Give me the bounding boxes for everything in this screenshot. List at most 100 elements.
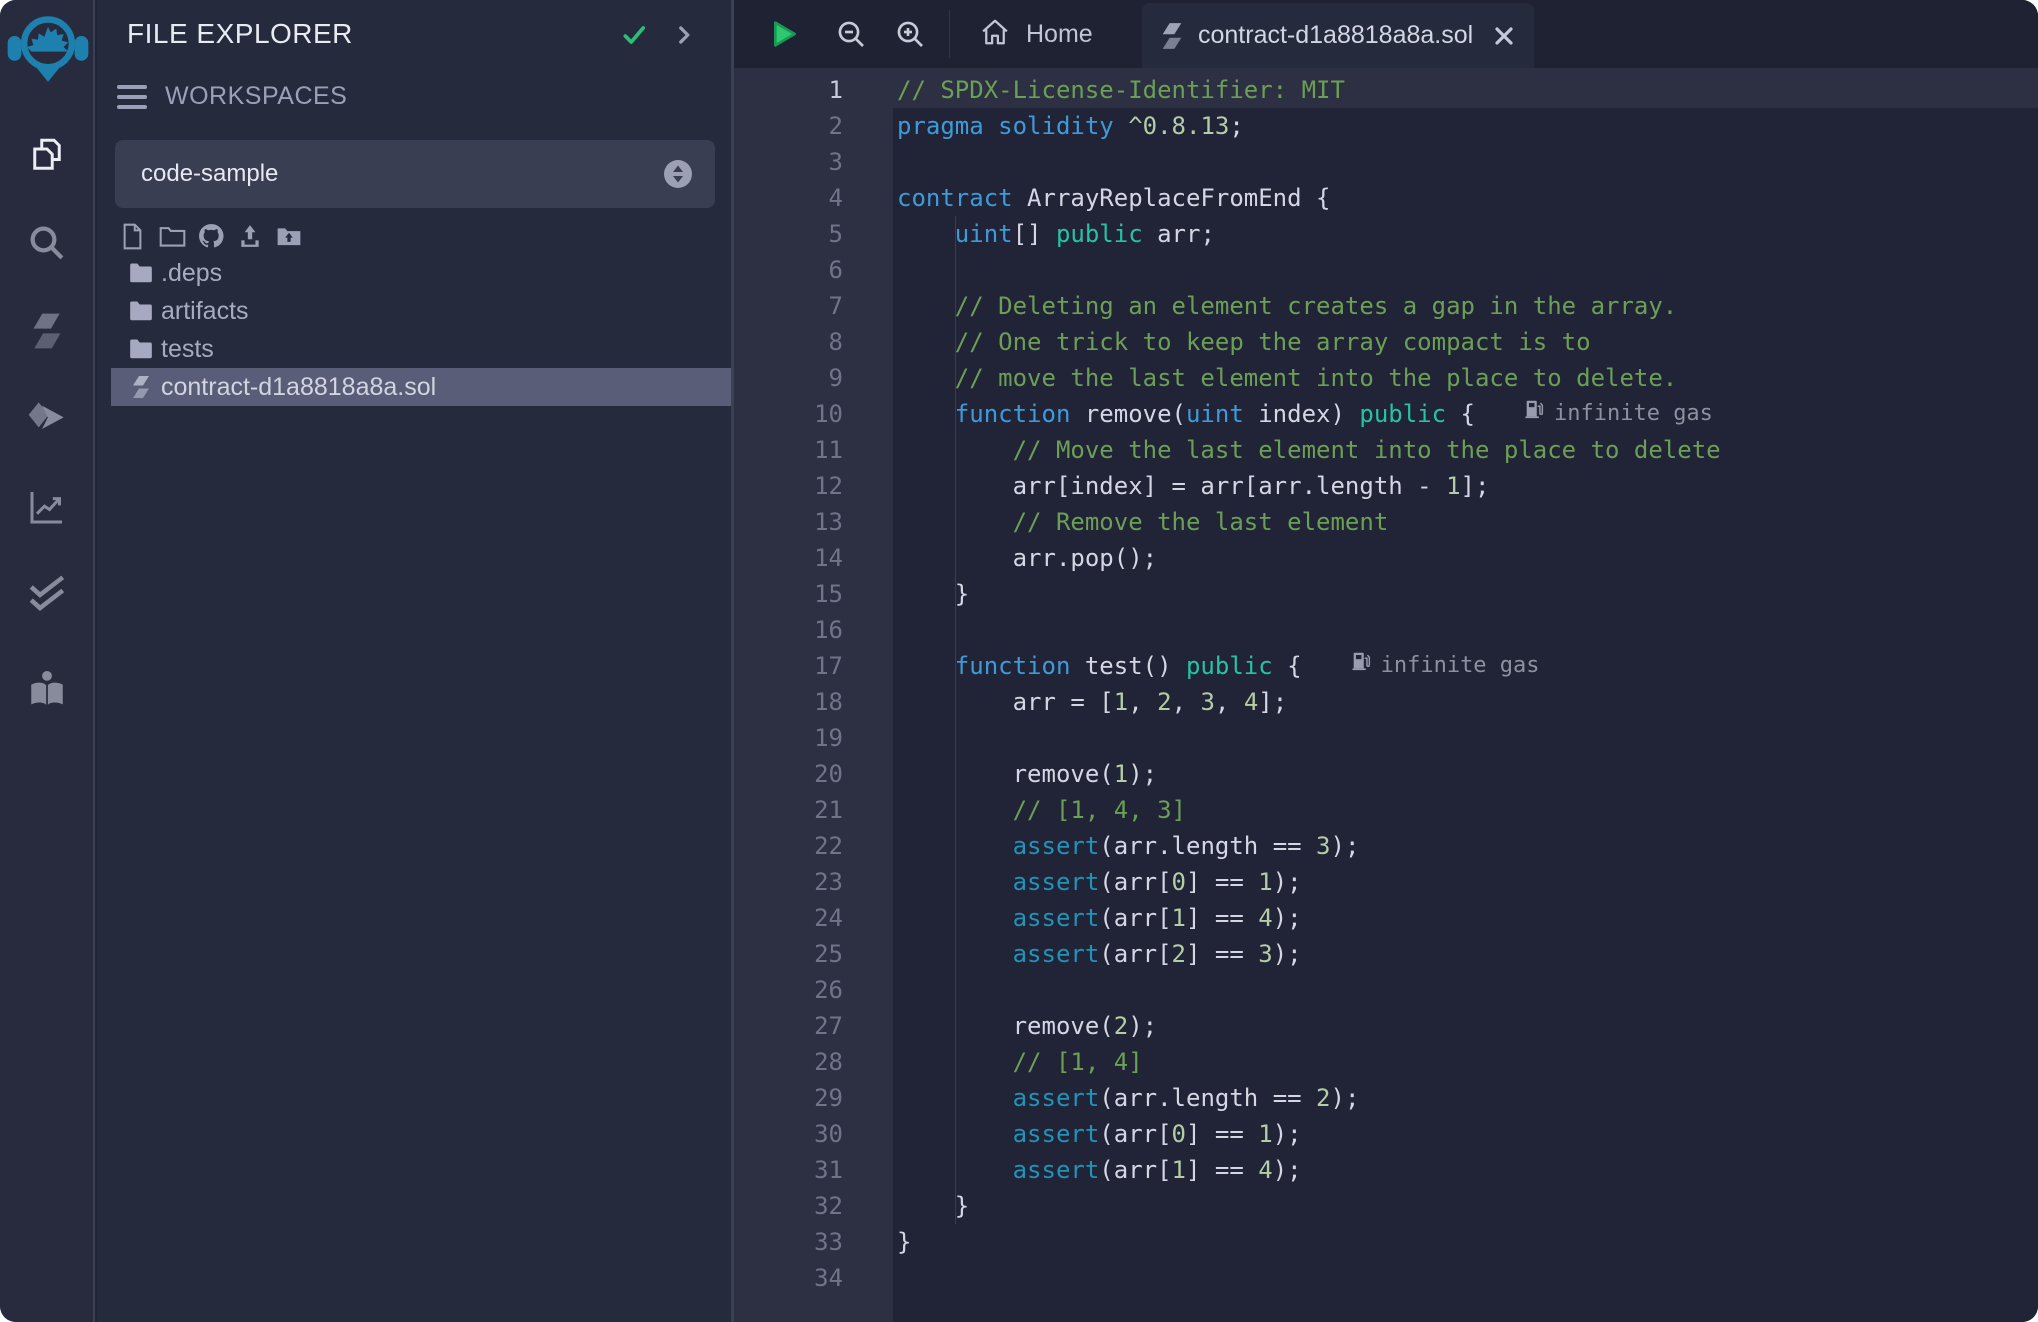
chevron-right-icon[interactable] [671, 22, 697, 48]
solidity-file-icon [1160, 22, 1184, 50]
workspaces-header: WORKSPACES [117, 82, 347, 111]
gas-estimate-badge: infinite gas [1350, 648, 1540, 684]
line-number-32: 32 [734, 1188, 843, 1224]
new-file-icon[interactable] [117, 222, 147, 250]
line-number-8: 8 [734, 324, 843, 360]
sidebar-item-statistics[interactable] [0, 479, 93, 537]
line-number-12: 12 [734, 468, 843, 504]
remix-logo-icon[interactable] [3, 6, 93, 88]
line-number-16: 16 [734, 612, 843, 648]
new-folder-icon[interactable] [157, 222, 187, 250]
code-line-30: assert(arr[0] == 1); [897, 1116, 1302, 1152]
line-number-19: 19 [734, 720, 843, 756]
tree-item-tests[interactable]: tests [97, 330, 731, 368]
line-number-4: 4 [734, 180, 843, 216]
tree-item--deps[interactable]: .deps [97, 254, 731, 292]
tree-item-label: tests [161, 335, 214, 364]
file-explorer-panel: FILE EXPLORER WORKSPACES code-sample [97, 0, 731, 1322]
code-line-25: assert(arr[2] == 3); [897, 936, 1302, 972]
tab-contract-file[interactable]: contract-d1a8818a8a.sol [1142, 3, 1534, 68]
code-line-27: remove(2); [897, 1008, 1157, 1044]
tree-item-artifacts[interactable]: artifacts [97, 292, 731, 330]
code-area[interactable]: 1234567891011121314151617181920212223242… [734, 68, 2038, 1322]
zoom-in-icon[interactable] [890, 14, 930, 54]
code-line-20: remove(1); [897, 756, 1157, 792]
code-line-14: arr.pop(); [897, 540, 1157, 576]
code-line-1: // SPDX-License-Identifier: MIT [897, 72, 1345, 108]
file-toolbar [97, 222, 731, 250]
line-number-14: 14 [734, 540, 843, 576]
gas-estimate-label: infinite gas [1554, 396, 1713, 432]
gas-pump-icon [1350, 648, 1372, 684]
workspace-select[interactable]: code-sample [115, 140, 715, 208]
line-number-17: 17 [734, 648, 843, 684]
code-line-11: // Move the last element into the place … [897, 432, 1721, 468]
line-number-29: 29 [734, 1080, 843, 1116]
code-line-12: arr[index] = arr[arr.length - 1]; [897, 468, 1489, 504]
search-icon [26, 222, 68, 267]
workspace-selected-value: code-sample [141, 160, 278, 188]
line-number-26: 26 [734, 972, 843, 1008]
upload-file-icon[interactable] [235, 222, 265, 250]
tree-item-label: .deps [161, 259, 222, 288]
close-tab-icon[interactable] [1492, 24, 1516, 48]
icon-sidebar [0, 0, 95, 1322]
run-script-icon[interactable] [764, 14, 804, 54]
code-line-24: assert(arr[1] == 4); [897, 900, 1302, 936]
chart-icon [27, 487, 67, 530]
code-line-9: // move the last element into the place … [897, 360, 1677, 396]
accept-check-icon[interactable] [621, 22, 647, 48]
line-number-3: 3 [734, 144, 843, 180]
code-line-22: assert(arr.length == 3); [897, 828, 1359, 864]
code-line-4: contract ArrayReplaceFromEnd { [897, 180, 1330, 216]
line-number-22: 22 [734, 828, 843, 864]
line-number-9: 9 [734, 360, 843, 396]
files-icon [26, 135, 68, 180]
line-number-21: 21 [734, 792, 843, 828]
tab-home-label: Home [1026, 20, 1093, 49]
code-line-15: } [897, 576, 969, 612]
line-number-31: 31 [734, 1152, 843, 1188]
gutter: 1234567891011121314151617181920212223242… [734, 68, 893, 1322]
workspaces-menu-icon[interactable] [117, 84, 147, 110]
sidebar-item-learneth[interactable] [0, 661, 93, 719]
sidebar-item-deploy-and-run[interactable] [0, 391, 93, 449]
line-number-25: 25 [734, 936, 843, 972]
remix-ide-window: FILE EXPLORER WORKSPACES code-sample [0, 0, 2038, 1322]
line-number-28: 28 [734, 1044, 843, 1080]
tab-home[interactable]: Home [966, 0, 1107, 68]
line-number-2: 2 [734, 108, 843, 144]
sidebar-item-solidity-compiler[interactable] [0, 303, 93, 361]
code-line-17: function test() public {infinite gas [897, 648, 1540, 684]
sidebar-item-search[interactable] [0, 215, 93, 273]
editor: Home contract-d1a8818a8a.sol 12 345678910… [734, 0, 2038, 1322]
line-number-7: 7 [734, 288, 843, 324]
github-icon[interactable] [196, 222, 226, 250]
line-number-10: 10 [734, 396, 843, 432]
solidity-compiler-icon [28, 312, 66, 353]
line-number-23: 23 [734, 864, 843, 900]
zoom-out-icon[interactable] [831, 14, 871, 54]
code-line-10: function remove(uint index) public {infi… [897, 396, 1713, 432]
ethereum-deploy-icon [27, 399, 67, 442]
tab-contract-label: contract-d1a8818a8a.sol [1198, 21, 1473, 50]
line-number-20: 20 [734, 756, 843, 792]
code-line-23: assert(arr[0] == 1); [897, 864, 1302, 900]
workspace-updown-icon[interactable] [663, 159, 693, 189]
code-line-13: // Remove the last element [897, 504, 1388, 540]
sidebar-item-file-explorer[interactable] [0, 128, 93, 186]
code-line-5: uint[] public arr; [897, 216, 1215, 252]
line-number-30: 30 [734, 1116, 843, 1152]
code-line-18: arr = [1, 2, 3, 4]; [897, 684, 1287, 720]
code-line-28: // [1, 4] [897, 1044, 1143, 1080]
line-number-5: 5 [734, 216, 843, 252]
sidebar-item-solidity-unit-testing[interactable] [0, 566, 93, 624]
tree-item-label: artifacts [161, 297, 249, 326]
panel-title: FILE EXPLORER [127, 18, 353, 50]
code-line-31: assert(arr[1] == 4); [897, 1152, 1302, 1188]
tree-item-contract-d1a8818a8a-sol[interactable]: contract-d1a8818a8a.sol [111, 368, 731, 406]
code-line-8: // One trick to keep the array compact i… [897, 324, 1591, 360]
upload-folder-icon[interactable] [274, 222, 304, 250]
line-number-6: 6 [734, 252, 843, 288]
code-line-21: // [1, 4, 3] [897, 792, 1186, 828]
